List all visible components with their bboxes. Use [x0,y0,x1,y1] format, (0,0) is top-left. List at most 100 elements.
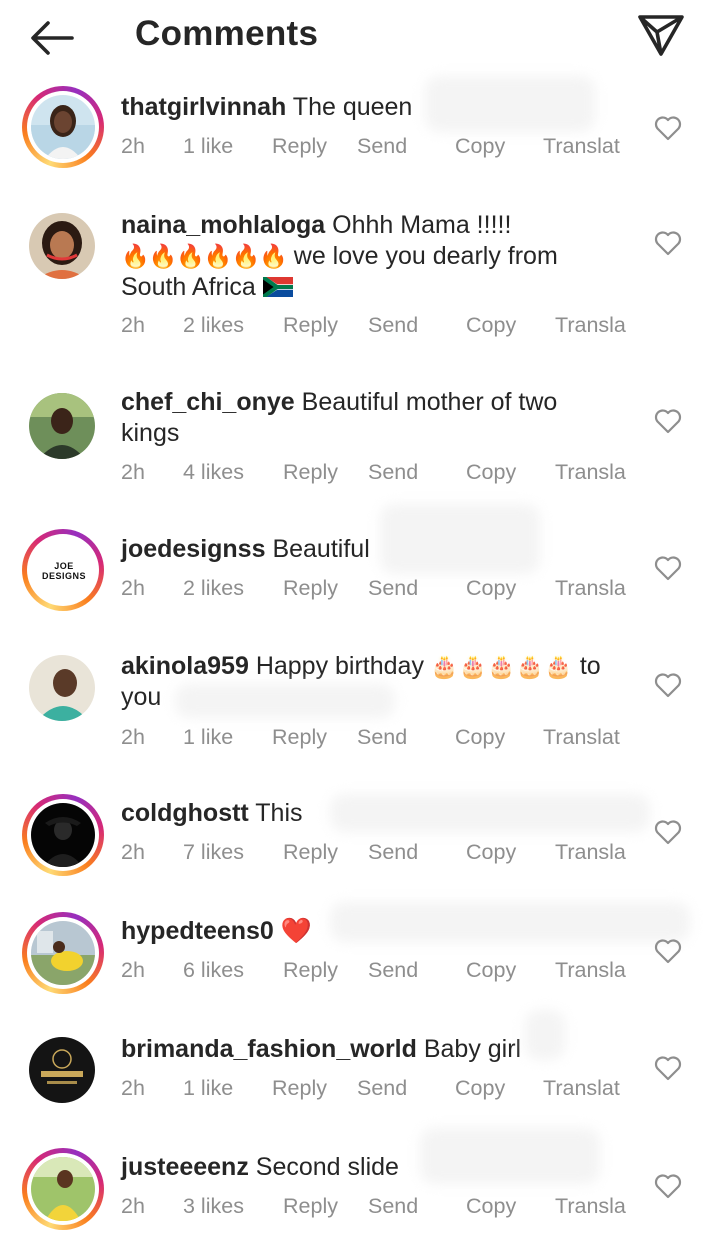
reply-button[interactable]: Reply [272,1076,327,1101]
copy-button[interactable]: Copy [455,1076,505,1101]
send-button[interactable]: Send [357,725,407,750]
username[interactable]: thatgirlvinnah [121,93,286,121]
profile-photo [31,95,95,159]
reply-button[interactable]: Reply [283,576,338,601]
username[interactable]: naina_mohlaloga [121,211,325,239]
header-bar: Comments [0,0,720,78]
reply-button[interactable]: Reply [283,1194,338,1219]
profile-photo [31,803,95,867]
translate-button[interactable]: Transla [555,576,626,601]
send-button[interactable]: Send [368,460,418,485]
translate-button[interactable]: Transla [555,1194,626,1219]
likes-count[interactable]: 7 likes [183,840,244,865]
likes-count[interactable]: 4 likes [183,460,244,485]
cake-emojis: 🎂🎂🎂🎂🎂 [430,654,573,679]
paper-plane-icon [638,15,684,56]
send-button[interactable]: Send [368,313,418,338]
timestamp: 2h [121,1076,145,1100]
translate-button[interactable]: Transla [555,460,626,485]
avatar[interactable]: JOE DESIGNS [22,529,104,611]
heart-icon[interactable] [654,115,682,141]
timestamp: 2h [121,134,145,158]
heart-icon[interactable] [654,408,682,434]
likes-count[interactable]: 2 likes [183,576,244,601]
likes-count[interactable]: 1 like [183,1076,233,1101]
likes-count[interactable]: 2 likes [183,313,244,338]
likes-count[interactable]: 6 likes [183,958,244,983]
username[interactable]: joedesignss [121,535,266,563]
fire-emojis: 🔥🔥🔥🔥🔥🔥 [121,243,288,269]
back-button[interactable] [28,16,78,60]
copy-button[interactable]: Copy [466,576,516,601]
likes-count[interactable]: 1 like [183,134,233,159]
share-button[interactable] [636,12,686,58]
copy-button[interactable]: Copy [455,725,505,750]
reply-button[interactable]: Reply [283,460,338,485]
timestamp: 2h [121,958,145,982]
reply-button[interactable]: Reply [283,958,338,983]
reply-button[interactable]: Reply [283,840,338,865]
profile-photo [29,655,95,721]
send-button[interactable]: Send [357,1076,407,1101]
avatar[interactable] [22,386,104,468]
send-button[interactable]: Send [357,134,407,159]
avatar[interactable] [22,912,104,994]
timestamp: 2h [121,1194,145,1218]
heart-icon[interactable] [654,938,682,964]
heart-icon[interactable] [654,1173,682,1199]
comment-text: chef_chi_onye Beautiful mother of two ki… [121,387,641,449]
comment-body: The queen [292,93,413,121]
comment-body: Baby girl [423,1035,522,1063]
copy-button[interactable]: Copy [466,1194,516,1219]
username[interactable]: akinola959 [121,652,249,680]
redacted-region [525,1010,565,1060]
heart-icon[interactable] [654,672,682,698]
username[interactable]: justeeeenz [121,1153,249,1181]
avatar[interactable] [22,1030,104,1112]
redacted-region [420,1128,600,1184]
send-button[interactable]: Send [368,840,418,865]
username[interactable]: coldghostt [121,799,249,827]
likes-count[interactable]: 3 likes [183,1194,244,1219]
comment-body: Ohhh Mama !!!!! [332,211,512,239]
translate-button[interactable]: Transla [555,313,626,338]
profile-photo [31,1157,95,1221]
username[interactable]: brimanda_fashion_world [121,1035,417,1063]
translate-button[interactable]: Translat [543,725,620,750]
likes-count[interactable]: 1 like [183,725,233,750]
username[interactable]: chef_chi_onye [121,388,295,416]
avatar[interactable] [22,648,104,730]
copy-button[interactable]: Copy [466,460,516,485]
comment-body-line3: South Africa [121,273,256,301]
heart-icon[interactable] [654,1055,682,1081]
reply-button[interactable]: Reply [283,313,338,338]
reply-button[interactable]: Reply [272,725,327,750]
redacted-region [425,76,595,132]
send-button[interactable]: Send [368,576,418,601]
redacted-region [330,794,650,832]
timestamp: 2h [121,576,145,600]
comment-body-line2: we love you dearly from [293,242,558,270]
heart-icon[interactable] [654,555,682,581]
copy-button[interactable]: Copy [455,134,505,159]
send-button[interactable]: Send [368,1194,418,1219]
avatar[interactable] [22,1148,104,1230]
copy-button[interactable]: Copy [466,840,516,865]
reply-button[interactable]: Reply [272,134,327,159]
translate-button[interactable]: Translat [543,1076,620,1101]
avatar[interactable] [22,206,104,288]
heart-icon[interactable] [654,230,682,256]
translate-button[interactable]: Transla [555,840,626,865]
send-button[interactable]: Send [368,958,418,983]
avatar[interactable] [22,86,104,168]
comment-body: Second slide [255,1153,399,1181]
avatar[interactable] [22,794,104,876]
translate-button[interactable]: Transla [555,958,626,983]
heart-icon[interactable] [654,819,682,845]
timestamp: 2h [121,840,145,864]
translate-button[interactable]: Translat [543,134,620,159]
profile-photo [31,921,95,985]
copy-button[interactable]: Copy [466,313,516,338]
username[interactable]: hypedteens0 [121,917,274,945]
copy-button[interactable]: Copy [466,958,516,983]
